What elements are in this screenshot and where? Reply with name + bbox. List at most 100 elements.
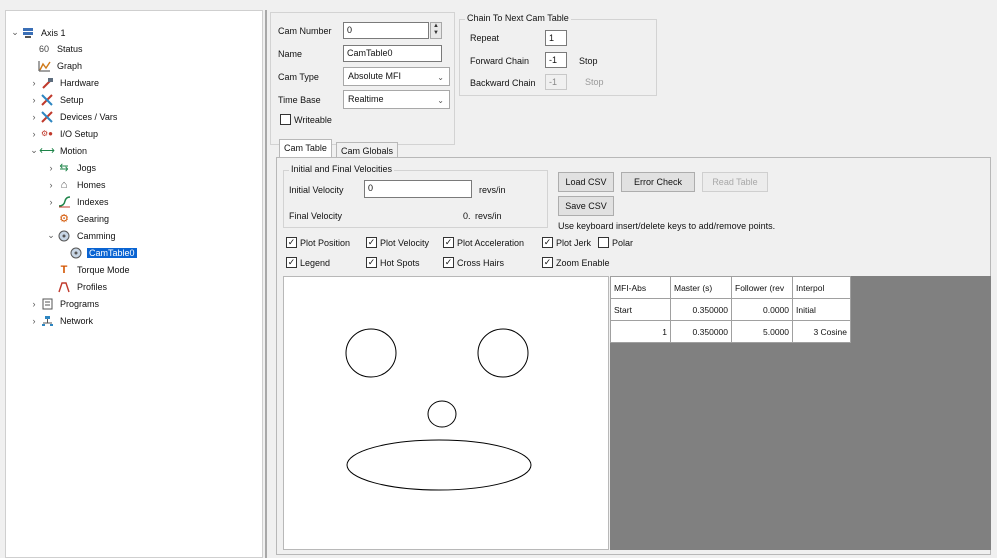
column-header[interactable]: Interpol <box>792 276 851 299</box>
plot-acceleration-checkbox[interactable]: ✓ Plot Acceleration <box>443 237 524 248</box>
torque-icon: T <box>60 263 68 276</box>
table-cell[interactable]: Initial <box>792 298 851 321</box>
tree-item-graph[interactable]: Graph <box>36 58 84 73</box>
backward-chain-label: Backward Chain <box>470 78 536 88</box>
tree-item-hardware[interactable]: › Hardware <box>29 75 101 90</box>
chevron-down-icon[interactable]: ⌄ <box>46 230 56 241</box>
chevron-down-icon[interactable]: ⌄ <box>29 145 39 156</box>
chevron-right-icon[interactable]: › <box>29 78 39 88</box>
tree-item-label: Network <box>60 315 94 326</box>
chevron-right-icon[interactable]: › <box>29 129 39 139</box>
name-field[interactable]: CamTable0 <box>343 45 442 62</box>
tree-item-devices-vars[interactable]: › Devices / Vars <box>29 109 119 124</box>
cam-number-field[interactable]: 0 <box>343 22 429 39</box>
table-cell[interactable]: 0.350000 <box>670 298 732 321</box>
writeable-checkbox[interactable]: Writeable <box>280 114 332 125</box>
checkbox-box[interactable]: ✓ <box>286 237 297 248</box>
plot-ellipse-left <box>345 328 397 378</box>
tree-item-profiles[interactable]: Profiles <box>56 279 109 294</box>
plot-jerk-checkbox[interactable]: ✓ Plot Jerk <box>542 237 591 248</box>
chevron-right-icon[interactable]: › <box>29 299 39 309</box>
error-check-button[interactable]: Error Check <box>621 172 695 192</box>
tree-item-camtable0[interactable]: CamTable0 <box>68 245 137 260</box>
load-csv-button[interactable]: Load CSV <box>558 172 614 192</box>
plot-ellipse-center <box>427 400 457 428</box>
cam-plot-area[interactable] <box>283 276 609 550</box>
pane-splitter[interactable] <box>265 10 267 558</box>
chevron-right-icon[interactable]: › <box>46 180 56 190</box>
tree-item-torque-mode[interactable]: T Torque Mode <box>56 262 132 277</box>
checkbox-box[interactable]: ✓ <box>443 257 454 268</box>
tree-item-motion[interactable]: ⌄ ⟷ Motion <box>29 143 89 158</box>
legend-label: Legend <box>300 257 331 268</box>
cam-type-select[interactable]: Absolute MFI ⌄ <box>343 67 450 86</box>
column-header[interactable]: Master (s) <box>670 276 732 299</box>
forward-chain-status: Stop <box>579 56 598 66</box>
column-header[interactable]: Follower (rev <box>731 276 793 299</box>
cam-number-spinner[interactable]: ▲ ▼ <box>430 22 442 39</box>
time-base-value: Realtime <box>348 94 384 104</box>
tree-item-jogs[interactable]: › ⇆ Jogs <box>46 160 98 175</box>
save-csv-button[interactable]: Save CSV <box>558 196 614 216</box>
table-cell[interactable]: Start <box>610 298 671 321</box>
chevron-right-icon[interactable]: › <box>46 197 56 207</box>
tree-item-homes[interactable]: › ⌂ Homes <box>46 177 108 192</box>
cam-number-label: Cam Number <box>278 26 332 36</box>
plot-position-checkbox[interactable]: ✓ Plot Position <box>286 237 350 248</box>
table-cell[interactable]: 0.0000 <box>731 298 793 321</box>
name-label: Name <box>278 49 303 59</box>
checkbox-box[interactable]: ✓ <box>286 257 297 268</box>
initial-velocity-field[interactable]: 0 <box>364 180 472 198</box>
cam-table-grid[interactable]: MFI-Abs Master (s) Follower (rev Interpo… <box>610 276 991 550</box>
cross-hairs-checkbox[interactable]: ✓ Cross Hairs <box>443 257 504 268</box>
table-cell[interactable]: 5.0000 <box>731 320 793 343</box>
tree-item-camming[interactable]: ⌄ Camming <box>46 228 118 243</box>
table-cell[interactable]: 0.350000 <box>670 320 732 343</box>
polar-checkbox[interactable]: Polar <box>598 237 633 248</box>
tree-item-io-setup[interactable]: › ⚙● I/O Setup <box>29 126 100 141</box>
zoom-enable-checkbox[interactable]: ✓ Zoom Enable <box>542 257 610 268</box>
chevron-down-icon[interactable]: ⌄ <box>10 27 20 38</box>
cam-plot-canvas <box>345 328 532 491</box>
checkbox-box[interactable]: ✓ <box>542 237 553 248</box>
hot-spots-checkbox[interactable]: ✓ Hot Spots <box>366 257 420 268</box>
forward-chain-field[interactable]: -1 <box>545 52 567 68</box>
chain-title: Chain To Next Cam Table <box>465 13 571 23</box>
tab-cam-table[interactable]: Cam Table <box>279 139 332 158</box>
backward-chain-field[interactable]: -1 <box>545 74 567 90</box>
repeat-field[interactable]: 1 <box>545 30 567 46</box>
chevron-right-icon[interactable]: › <box>29 112 39 122</box>
column-header[interactable]: MFI-Abs <box>610 276 671 299</box>
checkbox-box[interactable]: ✓ <box>366 257 377 268</box>
checkbox-box[interactable] <box>598 237 609 248</box>
tree-item-setup[interactable]: › Setup <box>29 92 86 107</box>
table-row[interactable]: 1 0.350000 5.0000 3 Cosine <box>610 320 851 343</box>
tree-item-gearing[interactable]: ⚙ Gearing <box>56 211 111 226</box>
tree-item-indexes[interactable]: › Indexes <box>46 194 111 209</box>
project-tree[interactable]: ⌄ Axis 1 60 Status Graph › Hardware › Se… <box>5 10 263 558</box>
tree-item-network[interactable]: › Network <box>29 313 95 328</box>
chevron-right-icon[interactable]: › <box>29 95 39 105</box>
chevron-right-icon[interactable]: › <box>29 316 39 326</box>
io-icon: ⚙● <box>40 129 53 138</box>
legend-checkbox[interactable]: ✓ Legend <box>286 257 330 268</box>
checkbox-box[interactable]: ✓ <box>443 237 454 248</box>
tree-item-status[interactable]: 60 Status <box>36 41 85 56</box>
table-row[interactable]: Start 0.350000 0.0000 Initial <box>610 298 851 321</box>
tree-item-label: Programs <box>60 298 100 309</box>
checkbox-box[interactable]: ✓ <box>366 237 377 248</box>
final-velocity-value: 0. <box>463 211 471 221</box>
plot-velocity-checkbox[interactable]: ✓ Plot Velocity <box>366 237 429 248</box>
read-table-button[interactable]: Read Table <box>702 172 768 192</box>
chevron-right-icon[interactable]: › <box>46 163 56 173</box>
table-cell[interactable]: 1 <box>610 320 671 343</box>
tree-item-axis-1[interactable]: ⌄ Axis 1 <box>10 25 68 40</box>
tree-item-programs[interactable]: › Programs <box>29 296 101 311</box>
time-base-select[interactable]: Realtime ⌄ <box>343 90 450 109</box>
table-header-row: MFI-Abs Master (s) Follower (rev Interpo… <box>610 276 851 299</box>
velocities-title: Initial and Final Velocities <box>289 164 395 174</box>
checkbox-box[interactable]: ✓ <box>542 257 553 268</box>
table-cell[interactable]: 3 Cosine <box>792 320 851 343</box>
tree-item-label: Status <box>57 43 83 54</box>
checkbox-box[interactable] <box>280 114 291 125</box>
